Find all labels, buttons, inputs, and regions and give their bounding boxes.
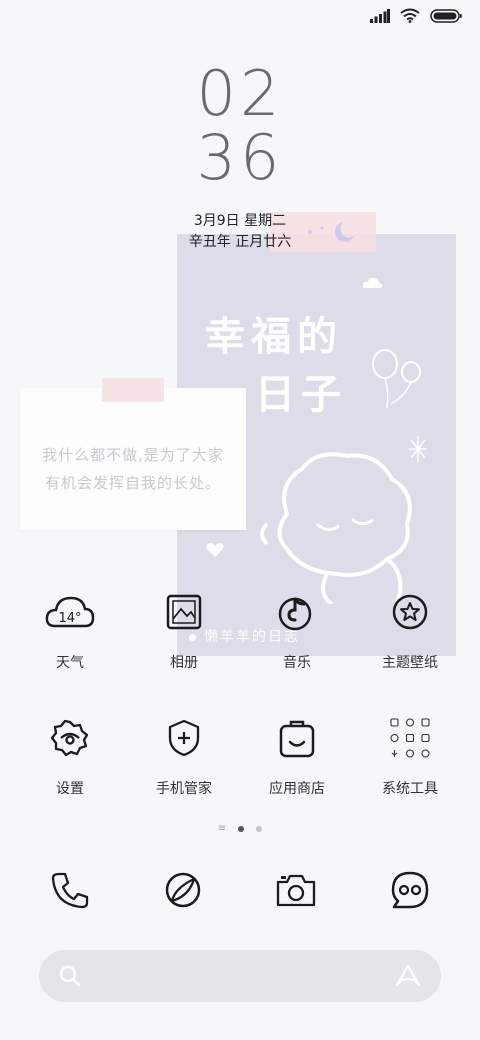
app-weather[interactable]: 14° 天气 xyxy=(15,582,125,672)
page-indicator[interactable]: ≡ xyxy=(0,824,480,834)
photo-title-line2: 日子 xyxy=(255,372,347,418)
app-settings[interactable]: 设置 xyxy=(15,708,125,798)
note-line1: 我什么都不做,是为了大家 xyxy=(42,446,224,464)
weather-temp: 14° xyxy=(58,611,81,626)
status-bar xyxy=(370,8,462,23)
assistant-icon[interactable] xyxy=(395,964,421,988)
date-lunar: 辛丑年 正月廿六 xyxy=(188,234,292,250)
app-store[interactable]: 应用商店 xyxy=(242,708,352,798)
camera-icon[interactable] xyxy=(266,860,326,920)
app-label: 音乐 xyxy=(283,655,311,671)
balloons-doodle-icon xyxy=(372,349,421,409)
messages-icon[interactable] xyxy=(380,860,440,920)
app-themes[interactable]: 主题壁纸 xyxy=(355,582,465,672)
music-icon xyxy=(267,582,327,642)
app-label: 天气 xyxy=(56,655,84,671)
heart-doodle-icon xyxy=(206,543,224,557)
app-label: 应用商店 xyxy=(269,781,325,797)
app-music[interactable]: 音乐 xyxy=(242,582,352,672)
note-tape xyxy=(102,378,164,402)
signal-icon xyxy=(370,8,390,23)
app-security[interactable]: 手机管家 xyxy=(129,708,239,798)
wifi-icon xyxy=(400,8,420,23)
note-widget[interactable]: 我什么都不做,是为了大家 有机会发挥自我的长处。 xyxy=(20,388,246,530)
system-tools-icon xyxy=(380,708,440,768)
app-label: 系统工具 xyxy=(382,781,438,797)
clock-minutes: 36 xyxy=(196,121,284,194)
photo-title-line1: 幸福的 xyxy=(205,314,343,360)
weather-icon: 14° xyxy=(40,582,100,642)
character-doodle-icon xyxy=(260,452,412,604)
search-icon[interactable] xyxy=(59,965,81,987)
gallery-icon xyxy=(154,582,214,642)
app-label: 主题壁纸 xyxy=(382,655,438,671)
app-label: 相册 xyxy=(170,655,198,671)
phone-icon[interactable] xyxy=(40,860,100,920)
date-gregorian: 3月9日 星期二 xyxy=(193,213,287,229)
cloud-doodle-icon xyxy=(362,277,383,288)
theme-icon xyxy=(380,582,440,642)
clock-hours: 02 xyxy=(196,57,284,130)
clock-widget[interactable]: 02 36 xyxy=(0,62,480,190)
battery-icon xyxy=(430,8,462,23)
settings-icon xyxy=(40,708,100,768)
search-bar[interactable] xyxy=(39,950,441,1002)
security-icon xyxy=(154,708,214,768)
page-dot[interactable] xyxy=(256,826,263,832)
app-store-icon xyxy=(267,708,327,768)
app-gallery[interactable]: 相册 xyxy=(129,582,239,672)
note-line2: 有机会发挥自我的长处。 xyxy=(44,474,221,492)
app-label: 设置 xyxy=(56,781,84,797)
app-label: 手机管家 xyxy=(156,781,212,797)
page-dot-active[interactable] xyxy=(238,826,245,832)
app-system-tools[interactable]: 系统工具 xyxy=(355,708,465,798)
page-list-icon[interactable]: ≡ xyxy=(218,824,226,834)
browser-icon[interactable] xyxy=(153,860,213,920)
